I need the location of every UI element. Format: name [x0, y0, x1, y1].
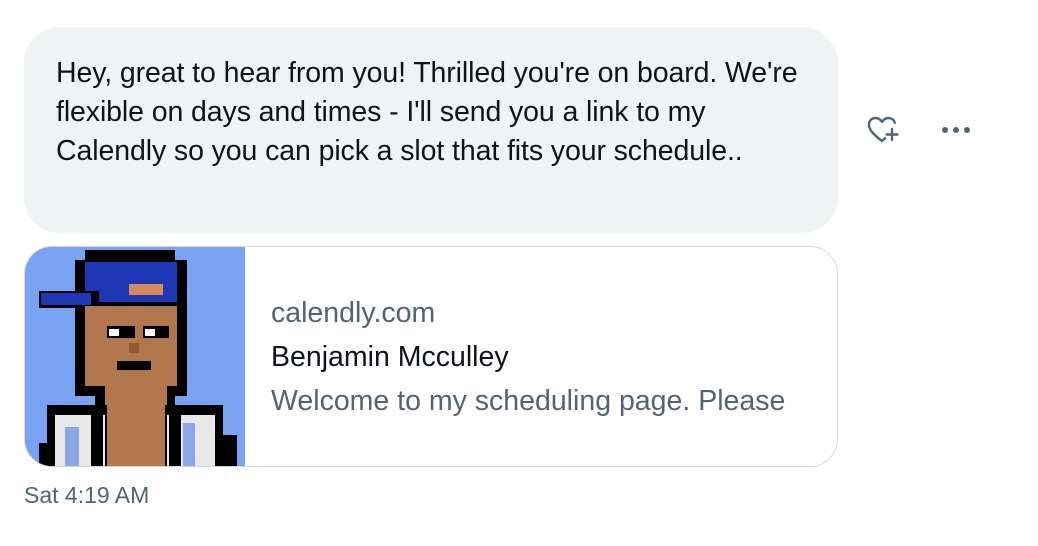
message-actions: [860, 110, 980, 150]
link-title: Benjamin Mcculley: [271, 341, 509, 373]
more-options-button[interactable]: [932, 110, 980, 150]
link-domain: calendly.com: [271, 297, 436, 329]
link-preview-image: [25, 247, 245, 466]
heart-plus-icon: [867, 116, 899, 143]
add-reaction-button[interactable]: [860, 110, 908, 150]
link-description: Welcome to my scheduling page. Please: [271, 385, 786, 417]
message-bubble[interactable]: Hey, great to hear from you! Thrilled yo…: [24, 27, 838, 233]
link-preview-text: calendly.com Benjamin Mcculley Welcome t…: [245, 247, 837, 466]
link-preview-card[interactable]: calendly.com Benjamin Mcculley Welcome t…: [24, 246, 838, 467]
more-horizontal-icon: [942, 127, 970, 133]
message-text: Hey, great to hear from you! Thrilled yo…: [56, 57, 798, 167]
dm-conversation: Hey, great to hear from you! Thrilled yo…: [0, 0, 1038, 546]
message-timestamp: Sat 4:19 AM: [24, 482, 150, 508]
